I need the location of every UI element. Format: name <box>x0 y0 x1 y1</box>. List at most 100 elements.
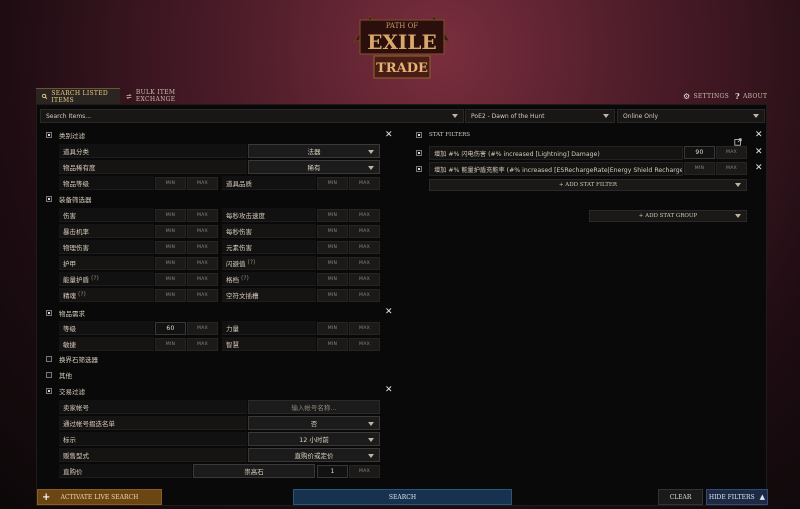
add-stat-filter-button[interactable]: + Add Stat Filter <box>429 179 747 191</box>
quality-min[interactable]: MIN <box>317 177 348 190</box>
close-icon[interactable]: ✕ <box>755 164 763 173</box>
intelligence-max[interactable]: MAX <box>349 338 380 351</box>
item-level-max[interactable]: MAX <box>187 177 218 190</box>
filter-max-input[interactable]: MAX <box>349 225 380 238</box>
filter-max-input[interactable]: MAX <box>349 209 380 222</box>
stat-min-input[interactable]: 90 <box>684 146 715 159</box>
rarity-label: 物品稀有度 <box>59 160 247 174</box>
search-button[interactable]: Search <box>293 489 512 505</box>
filter-max-input[interactable]: MAX <box>187 241 218 254</box>
hide-filters-button[interactable]: Hide Filters ▲ <box>706 489 768 505</box>
price-max-input[interactable]: MAX <box>349 465 380 478</box>
online-status-select[interactable]: Online Only <box>617 109 765 123</box>
filter-min-input[interactable]: MIN <box>155 225 186 238</box>
filter-min-input[interactable]: MIN <box>155 209 186 222</box>
settings-button[interactable]: ⚙ Settings <box>677 88 729 104</box>
price-currency-select[interactable]: 崇高石 <box>193 464 315 478</box>
trade-filters-toggle[interactable] <box>46 388 52 394</box>
misc-filters-toggle[interactable] <box>46 372 52 378</box>
price-min-input[interactable]: 1 <box>317 465 348 478</box>
filter-min-input[interactable]: MIN <box>317 273 348 286</box>
requirements-header[interactable]: 物品需求 <box>59 307 85 319</box>
misc-filters-header[interactable]: 其他 <box>59 369 72 381</box>
stat-filter-row[interactable]: 增加 #% 能量护盾充能率 (#% increased [ESRechargeR… <box>429 162 683 176</box>
equipment-filters-header[interactable]: 装备筛选器 <box>59 193 92 205</box>
tab-search-listed-items[interactable]: Search Listed Items <box>36 88 120 104</box>
filter-max-input[interactable]: MAX <box>349 241 380 254</box>
tab-bulk-item-exchange[interactable]: Bulk Item Exchange <box>120 88 210 104</box>
help-hint[interactable]: (?) <box>248 259 256 266</box>
filter-min-input[interactable]: MIN <box>317 289 348 302</box>
search-items-input[interactable]: Search Items... <box>40 109 464 123</box>
stat-min-input[interactable]: MIN <box>684 162 715 175</box>
stat-row-toggle[interactable] <box>416 166 422 172</box>
add-stat-group-button[interactable]: + Add Stat Group <box>589 210 747 222</box>
trade-filters-header[interactable]: 交易过滤 <box>59 385 85 397</box>
collapse-select[interactable]: 否 <box>248 416 380 430</box>
sale-type-label: 贩售型式 <box>59 448 247 462</box>
filter-min-input[interactable]: MIN <box>155 289 186 302</box>
league-select[interactable]: PoE2 - Dawn of the Hunt <box>465 109 615 123</box>
intelligence-min[interactable]: MIN <box>317 338 348 351</box>
map-filters-header[interactable]: 换界石筛选器 <box>59 353 98 365</box>
type-filters-toggle[interactable] <box>46 132 52 138</box>
stat-filter-row[interactable]: 增加 #% 闪电伤害 (#% increased [Lightning] Dam… <box>429 146 683 160</box>
filter-name: 空符文插槽 <box>226 291 259 300</box>
rarity-value: 稀有 <box>307 164 321 172</box>
requirements-toggle[interactable] <box>46 310 52 316</box>
chevron-down-icon <box>368 166 374 170</box>
filter-max-input[interactable]: MAX <box>187 257 218 270</box>
help-hint[interactable]: (?) <box>241 275 249 282</box>
stat-filters-toggle[interactable] <box>416 132 422 138</box>
filter-max-input[interactable]: MAX <box>187 289 218 302</box>
stat-filters-header[interactable]: Stat Filters <box>429 129 470 141</box>
filter-min-input[interactable]: MIN <box>317 209 348 222</box>
filter-min-input[interactable]: MIN <box>155 241 186 254</box>
stat-row-toggle[interactable] <box>416 150 422 156</box>
listed-select[interactable]: 12 小时前 <box>248 432 380 446</box>
level-label: 等级 <box>59 321 154 335</box>
close-icon[interactable]: ✕ <box>385 386 393 395</box>
filter-min-input[interactable]: MIN <box>317 225 348 238</box>
filter-min-input[interactable]: MIN <box>317 241 348 254</box>
strength-max[interactable]: MAX <box>349 322 380 335</box>
stat-max-input[interactable]: MAX <box>716 162 747 175</box>
equipment-filters-toggle[interactable] <box>46 196 52 202</box>
filter-min-input[interactable]: MIN <box>155 257 186 270</box>
close-icon[interactable]: ✕ <box>755 148 763 157</box>
clear-button[interactable]: Clear <box>658 489 703 505</box>
level-max-input[interactable]: MAX <box>187 322 218 335</box>
filter-max-input[interactable]: MAX <box>187 209 218 222</box>
stat-max-input[interactable]: MAX <box>716 146 747 159</box>
activate-live-search-button[interactable]: + Activate Live Search <box>37 489 162 505</box>
about-button[interactable]: ? About <box>729 88 769 104</box>
filter-min-input[interactable]: MIN <box>317 257 348 270</box>
sale-type-select[interactable]: 直购价或定价 <box>248 448 380 462</box>
type-filters-header[interactable]: 类别过滤 <box>59 129 85 141</box>
level-min-input[interactable]: 60 <box>155 322 186 335</box>
close-icon[interactable]: ✕ <box>755 131 763 140</box>
quality-max[interactable]: MAX <box>349 177 380 190</box>
filter-max-input[interactable]: MAX <box>349 257 380 270</box>
filter-name: 精魂 <box>63 291 76 300</box>
rarity-select[interactable]: 稀有 <box>248 160 380 174</box>
map-filters-toggle[interactable] <box>46 356 52 362</box>
seller-account-input[interactable]: 输入帐号名称... <box>248 400 380 414</box>
help-hint[interactable]: (?) <box>91 275 99 282</box>
category-select[interactable]: 法器 <box>248 144 380 158</box>
filter-max-input[interactable]: MAX <box>187 225 218 238</box>
strength-min[interactable]: MIN <box>317 322 348 335</box>
live-search-label: Activate Live Search <box>60 493 139 501</box>
filter-max-input[interactable]: MAX <box>349 289 380 302</box>
dexterity-min[interactable]: MIN <box>155 338 186 351</box>
search-icon <box>42 93 48 100</box>
filter-min-input[interactable]: MIN <box>155 273 186 286</box>
help-hint[interactable]: (?) <box>78 291 86 298</box>
filter-max-input[interactable]: MAX <box>349 273 380 286</box>
dexterity-max[interactable]: MAX <box>187 338 218 351</box>
filter-max-input[interactable]: MAX <box>187 273 218 286</box>
add-group-label: + Add Stat Group <box>638 213 698 219</box>
close-icon[interactable]: ✕ <box>385 308 393 317</box>
close-icon[interactable]: ✕ <box>385 131 393 140</box>
item-level-min[interactable]: MIN <box>155 177 186 190</box>
